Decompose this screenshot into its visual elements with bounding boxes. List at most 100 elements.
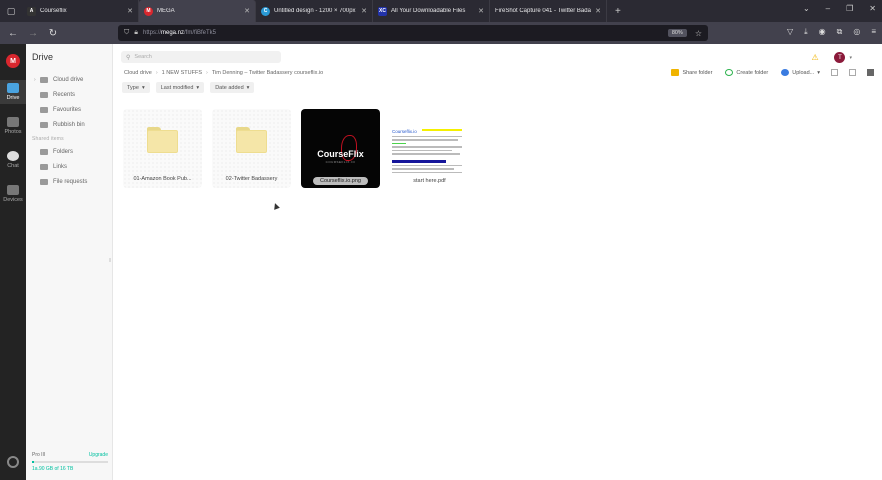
transfer-manager-icon[interactable] [7,456,19,468]
close-tab-icon[interactable]: ✕ [244,7,250,15]
rail-label: Devices [3,197,23,203]
mega-logo-icon[interactable]: M [6,54,20,68]
avatar[interactable]: T [834,52,846,63]
pdf-file-tile[interactable]: Courseflix.io start here.pdf [390,109,469,188]
share-folder-button[interactable]: Share folder [671,69,712,76]
list-all-tabs-icon[interactable]: ⌄ [803,4,810,13]
sidebar-section-label: Shared items [32,136,64,142]
folder-icon [147,127,178,153]
bookmark-star-icon[interactable]: ☆ [695,29,702,38]
lock-icon[interactable]: 🔒︎ [134,29,138,37]
chat-icon [7,151,19,161]
header-actions: ⚠ T ▾ [811,52,852,63]
filter-last-modified[interactable]: Last modified ▾ [155,82,205,93]
media-view-icon[interactable] [831,69,838,76]
sidebar-item-file-requests[interactable]: File requests [26,174,112,189]
file-grid: 01-Amazon Book Pub... 02-Twitter Badasse… [123,109,469,188]
heart-icon [40,106,48,113]
xc-favicon-icon: XC [378,6,387,16]
shield-icon[interactable]: ⛉ [124,29,129,37]
browser-tab-mega[interactable]: M MEGA ✕ [139,0,256,22]
minimize-icon[interactable]: – [826,4,830,13]
breadcrumb-separator: › [155,70,158,76]
grid-view-icon[interactable] [867,69,874,76]
image-thumbnail-logo: CourseFlix [317,149,364,159]
notification-bell-icon[interactable]: ⚠ [811,53,820,62]
sidebar-item-folders[interactable]: Folders [26,144,112,159]
list-view-icon[interactable] [849,69,856,76]
filter-label: Date added [215,84,244,91]
item-name: 01-Amazon Book Pub... [133,176,192,182]
filter-date-added[interactable]: Date added ▾ [210,82,255,93]
sidebar-item-label: Favourites [53,106,82,113]
chevron-down-icon[interactable]: ▾ [849,55,852,61]
browser-tab-courseflix[interactable]: A Courseflix ✕ [22,0,139,22]
create-folder-button[interactable]: Create folder [725,69,768,76]
rail-item-chat[interactable]: Chat [0,148,26,172]
image-thumbnail-tagline: COURSEFLIX.IO [325,160,356,164]
breadcrumb: Cloud drive › 1 NEW STUFFS › Tim Denning… [124,70,323,76]
close-tab-icon[interactable]: ✕ [478,7,484,15]
browser-tab-canva[interactable]: C Untitled design - 1200 × 700px ✕ [256,0,373,22]
sidebar-item-cloud-drive[interactable]: › Cloud drive [26,72,112,87]
app-rail: M Drive Photos Chat Devices [0,44,26,480]
rail-item-drive[interactable]: Drive [0,80,26,104]
folder-tile[interactable]: 01-Amazon Book Pub... [123,109,202,188]
forward-icon[interactable]: → [23,28,43,39]
close-tab-icon[interactable]: ✕ [127,7,133,15]
breadcrumb-item[interactable]: Cloud drive [124,70,152,76]
shared-folder-icon [40,148,48,155]
address-bar[interactable]: ⛉ 🔒︎ https://mega.nz/fm/fiBfeTk5 80% ☆ [118,25,708,41]
tab-list-icon[interactable]: ▢ [0,0,22,22]
upload-label: Upload... [792,69,815,76]
clock-icon [40,91,48,98]
chevron-down-icon: ▾ [141,84,145,91]
folder-tile[interactable]: 02-Twitter Badassery [212,109,291,188]
new-tab-icon[interactable]: + [615,6,621,17]
browser-tab-downloads[interactable]: XC All Your Downloadable Files ✕ [373,0,490,22]
upgrade-link[interactable]: Upgrade [89,452,108,458]
menu-icon[interactable]: ≡ [871,27,876,37]
cloud-icon [40,76,48,83]
sidebar-item-favourites[interactable]: Favourites [26,102,112,117]
pocket-icon[interactable]: ▽ [787,27,793,37]
mega-favicon-icon: M [144,6,153,16]
reload-icon[interactable]: ↻ [43,28,63,39]
share-folder-icon [671,69,680,76]
sidebar-title: Drive [32,52,54,62]
rail-item-devices[interactable]: Devices [0,182,26,206]
sidebar-item-rubbish-bin[interactable]: Rubbish bin [26,117,112,132]
browser-tab-fireshot[interactable]: FireShot Capture 041 - Twitter Badassery… [490,0,607,22]
sidebar-item-recents[interactable]: Recents [26,87,112,102]
upload-button[interactable]: Upload... ▾ [781,69,820,76]
close-tab-icon[interactable]: ✕ [595,7,601,15]
close-tab-icon[interactable]: ✕ [361,7,367,15]
folder-icon [236,127,267,153]
sidebar-item-links[interactable]: Links [26,159,112,174]
breadcrumb-item[interactable]: Tim Denning – Twitter Badassery coursefl… [212,70,323,76]
search-input[interactable]: ⚲ Search [121,51,281,63]
plan-name: Pro III [32,452,46,458]
breadcrumb-item[interactable]: 1 NEW STUFFS [162,70,202,76]
collapse-sidebar-icon[interactable]: ‖ [109,258,111,264]
zoom-level[interactable]: 80% [667,29,687,37]
account-icon[interactable]: ◉ [819,27,826,37]
rail-label: Drive [6,95,20,101]
close-window-icon[interactable]: ✕ [869,4,876,13]
storage-used: 1a.90 GB of 16 TB [32,466,74,472]
filter-label: Last modified [160,84,194,91]
download-icon[interactable]: ⤓ [804,27,808,37]
extensions-icon[interactable]: ⧉ [837,27,843,37]
restore-icon[interactable]: ❐ [846,4,853,13]
back-icon[interactable]: ← [3,28,23,39]
search-icon: ⚲ [126,54,131,61]
profile-icon[interactable]: ◎ [853,27,860,37]
share-folder-label: Share folder [682,69,713,76]
rail-label: Chat [7,163,19,169]
image-file-tile[interactable]: CourseFlix COURSEFLIX.IO Courseflix.io.p… [301,109,380,188]
sidebar-item-label: Links [53,163,68,170]
link-icon [40,163,48,170]
tab-title: Courseflix [40,8,67,14]
rail-item-photos[interactable]: Photos [0,114,26,138]
filter-type[interactable]: Type ▾ [122,82,150,93]
